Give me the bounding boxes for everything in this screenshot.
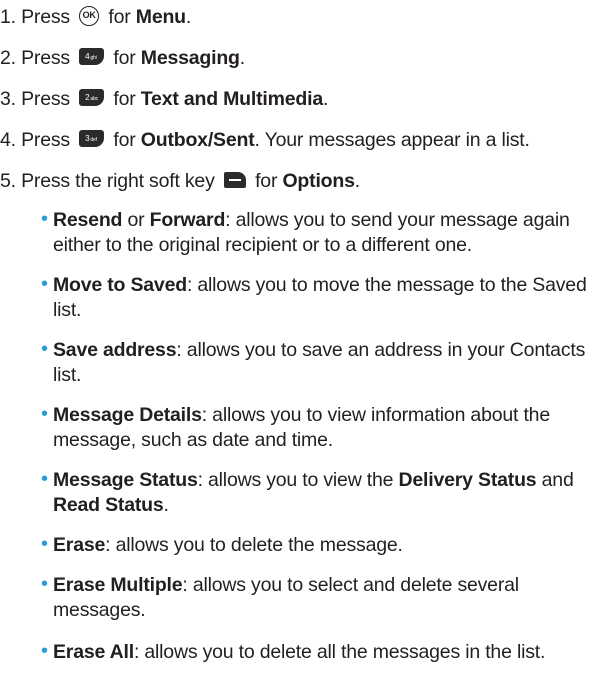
step-text: for xyxy=(108,6,131,28)
step-number: 4. xyxy=(0,129,16,151)
option-resend-forward: • Resend or Forward: allows you to send … xyxy=(41,208,570,256)
ok-key-icon: OK xyxy=(79,5,100,26)
messaging-label: Messaging xyxy=(140,47,240,69)
step-text: Press xyxy=(21,6,70,28)
step-4: 4. Press 3def for Outbox/Sent. Your mess… xyxy=(0,125,600,155)
key-2-icon: 2abc xyxy=(79,89,105,107)
bullet-icon: • xyxy=(41,640,48,662)
bullet-icon: • xyxy=(41,338,48,360)
step-number: 3. xyxy=(0,88,16,110)
step-1: 1. Press OK for Menu. xyxy=(0,2,600,32)
step-text: for xyxy=(113,47,136,69)
step-5: 5. Press the right soft key for Options. xyxy=(0,166,600,196)
step-3: 3. Press 2abc for Text and Multimedia. xyxy=(0,84,600,114)
text-multimedia-label: Text and Multimedia xyxy=(140,88,323,110)
step-text: for xyxy=(255,170,278,192)
options-label: Options xyxy=(282,170,355,192)
step-text: for xyxy=(113,88,136,110)
key-4-icon: 4ghi xyxy=(79,48,105,66)
option-erase-multiple: • Erase Multiple: allows you to select a… xyxy=(41,573,519,621)
bullet-icon: • xyxy=(41,403,48,425)
key-3-icon: 3def xyxy=(79,130,105,148)
step-2: 2. Press 4ghi for Messaging. xyxy=(0,43,600,73)
step-text: for xyxy=(113,129,136,151)
option-erase: • Erase: allows you to delete the messag… xyxy=(41,533,403,556)
bullet-icon: • xyxy=(41,468,48,490)
step-text: Press xyxy=(21,129,70,151)
option-message-status: • Message Status: allows you to view the… xyxy=(41,468,574,516)
right-soft-key-icon xyxy=(223,171,246,188)
step-text: Press the right soft key xyxy=(21,170,215,192)
step-number: 5. xyxy=(0,170,16,192)
option-move-to-saved: • Move to Saved: allows you to move the … xyxy=(41,273,587,321)
option-message-details: • Message Details: allows you to view in… xyxy=(41,403,550,451)
bullet-icon: • xyxy=(41,573,48,595)
manual-page: 1. Press OK for Menu. 2. Press 4ghi for … xyxy=(0,0,604,684)
bullet-icon: • xyxy=(41,208,48,230)
step-number: 1. xyxy=(0,6,16,28)
option-erase-all: • Erase All: allows you to delete all th… xyxy=(41,640,546,663)
bullet-icon: • xyxy=(41,273,48,295)
menu-label: Menu xyxy=(135,6,186,28)
bullet-icon: • xyxy=(41,533,48,555)
step-number: 2. xyxy=(0,47,16,69)
outbox-sent-label: Outbox/Sent xyxy=(140,129,255,151)
step-text: Press xyxy=(21,47,70,69)
step-text: Press xyxy=(21,88,70,110)
option-save-address: • Save address: allows you to save an ad… xyxy=(41,338,586,386)
